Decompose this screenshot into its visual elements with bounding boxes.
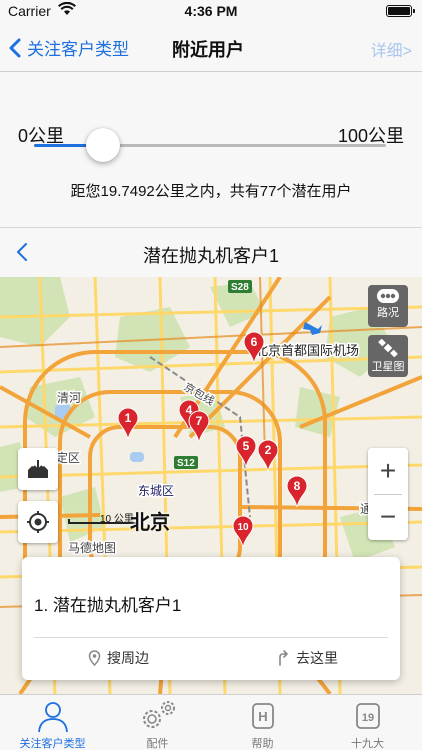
traffic-icon <box>377 289 399 303</box>
location-pin-icon <box>88 650 101 666</box>
status-bar: Carrier 4:36 PM <box>0 0 422 22</box>
tab-label: 帮助 <box>251 738 274 750</box>
navigate-button[interactable]: 去这里 <box>276 648 338 668</box>
map-title: 潜在抛丸机客户1 <box>142 246 279 266</box>
locate-crosshair-icon <box>27 511 49 533</box>
back-button-label: 关注客户类型 <box>27 40 129 59</box>
calendar-19-icon: 19 <box>355 703 380 729</box>
tab-accessories[interactable]: 配件 <box>105 695 210 750</box>
directions-icon <box>279 650 288 666</box>
satellite-button[interactable]: 卫星图 <box>368 335 408 377</box>
distance-filter: 0公里 100公里 距您19.7492公里之内，共有77个潜在用户 <box>0 72 422 227</box>
zoom-control: + − <box>368 448 408 540</box>
map-marker-label: 7 <box>196 414 203 428</box>
navigate-label: 去这里 <box>296 650 338 666</box>
traffic-label: 路况 <box>377 307 399 319</box>
zoom-in-button[interactable]: + <box>368 448 408 494</box>
person-icon <box>37 702 68 733</box>
map-header: 潜在抛丸机客户1 <box>0 227 422 277</box>
tab-bar: 关注客户类型 配件 H 帮助 19 十九大 <box>0 694 422 750</box>
nearby-summary: 距您19.7492公里之内，共有77个潜在用户 <box>70 183 352 200</box>
zoom-divider <box>374 494 402 495</box>
map-marker-label: 10 <box>237 522 249 533</box>
tab-label: 十九大 <box>351 738 384 750</box>
card-divider <box>34 637 388 638</box>
battery-icon <box>386 5 415 17</box>
airport-label: 北京首都国际机场 <box>255 343 359 358</box>
svg-text:19: 19 <box>361 712 373 724</box>
search-nearby-button[interactable]: 搜周边 <box>88 648 149 668</box>
map-marker-label: 1 <box>125 411 132 425</box>
map-marker-8[interactable]: 8 <box>286 475 308 507</box>
tab-label: 关注客户类型 <box>19 738 86 750</box>
navigation-bar: 关注客户类型 附近用户 详细> <box>0 22 422 72</box>
detail-button[interactable]: 详细> <box>371 37 412 61</box>
locate-button[interactable] <box>18 501 58 543</box>
layers-button[interactable] <box>18 448 58 490</box>
search-nearby-label: 搜周边 <box>107 650 149 666</box>
map-marker-label: 5 <box>243 439 250 453</box>
slider-thumb[interactable] <box>86 128 121 162</box>
place-label-qinghe: 清河 <box>57 391 81 405</box>
scale-bar-line <box>68 519 138 524</box>
tab-label: 配件 <box>146 738 169 750</box>
satellite-label: 卫星图 <box>371 361 405 373</box>
map-marker-7[interactable]: 7 <box>188 410 210 442</box>
map-marker-5[interactable]: 5 <box>235 435 257 467</box>
zoom-out-button[interactable]: − <box>368 494 408 540</box>
page-title: 附近用户 <box>172 40 244 60</box>
back-button[interactable]: 关注客户类型 <box>8 35 129 60</box>
help-h-icon: H <box>251 703 274 729</box>
clock: 4:36 PM <box>184 3 238 19</box>
place-label-madeditu: 马德地图 <box>68 540 116 555</box>
map-marker-6[interactable]: 6 <box>243 331 265 363</box>
svg-text:S12: S12 <box>177 458 195 469</box>
map-layers-icon <box>28 460 48 478</box>
satellite-icon <box>378 339 398 357</box>
place-label-dingqu: 定区 <box>56 450 80 465</box>
map-marker-1[interactable]: 1 <box>117 407 139 439</box>
map-marker-label: 6 <box>251 335 258 349</box>
customer-card[interactable]: 1. 潜在抛丸机客户1 搜周边 去这里 <box>22 557 400 680</box>
customer-name: 1. 潜在抛丸机客户1 <box>34 596 182 615</box>
map-marker-label: 8 <box>294 479 301 493</box>
map-marker-10[interactable]: 10 <box>232 515 254 547</box>
traffic-button[interactable]: 路况 <box>368 285 408 327</box>
map-marker-2[interactable]: 2 <box>257 439 279 471</box>
place-label-dongcheng: 东城区 <box>138 484 174 498</box>
tab-nineteenth-congress[interactable]: 19 十九大 <box>315 695 420 750</box>
gears-icon <box>142 701 175 728</box>
city-label: 北京 <box>130 512 170 534</box>
svg-text:S28: S28 <box>231 282 249 293</box>
tab-followed-customer-types[interactable]: 关注客户类型 <box>0 695 105 750</box>
map-marker-label: 2 <box>265 443 272 457</box>
chevron-left-icon <box>9 38 21 57</box>
tab-help[interactable]: H 帮助 <box>210 695 315 750</box>
svg-text:H: H <box>258 709 267 724</box>
